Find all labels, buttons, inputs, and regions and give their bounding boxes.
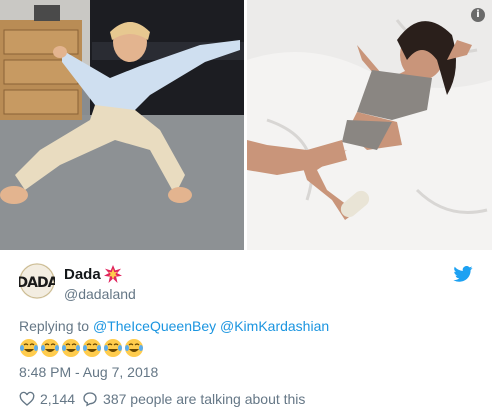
twitter-bird-icon[interactable] <box>453 266 473 282</box>
collision-icon <box>103 265 122 283</box>
like-count[interactable]: 2,144 <box>40 391 75 407</box>
heart-icon[interactable] <box>19 391 35 407</box>
face-with-tears-of-joy-icon <box>62 339 80 357</box>
divider <box>19 383 473 384</box>
avatar[interactable]: DADA <box>19 263 55 299</box>
reply-prefix: Replying to <box>19 318 90 334</box>
photo-woman-on-bed[interactable] <box>247 0 492 250</box>
reply-bubble-icon[interactable] <box>82 391 98 407</box>
tweet-actions: 2,144 387 people are talking about this <box>19 391 305 407</box>
avatar-lettering: DADA <box>19 275 55 291</box>
face-with-tears-of-joy-icon <box>20 339 38 357</box>
author-display-name[interactable]: Dada <box>64 266 101 283</box>
photo-woman-on-carpet[interactable] <box>0 0 244 250</box>
info-icon[interactable]: i <box>471 8 485 22</box>
face-with-tears-of-joy-icon <box>83 339 101 357</box>
mention-link-theicequeenbey[interactable]: @TheIceQueenBey <box>93 318 216 334</box>
tweet-timestamp[interactable]: 8:48 PM - Aug 7, 2018 <box>19 364 158 380</box>
face-with-tears-of-joy-icon <box>125 339 143 357</box>
emoji-row <box>19 338 144 358</box>
embedded-tweet: i DADA Dada @dadaland Replying to @TheIc… <box>0 0 492 415</box>
face-with-tears-of-joy-icon <box>104 339 122 357</box>
tweet-media[interactable]: i <box>0 0 492 250</box>
talking-count[interactable]: 387 people are talking about this <box>103 391 305 407</box>
face-with-tears-of-joy-icon <box>41 339 59 357</box>
reply-context: Replying to @TheIceQueenBey @KimKardashi… <box>19 318 329 334</box>
mention-link-kimkardashian[interactable]: @KimKardashian <box>220 318 329 334</box>
author-handle[interactable]: @dadaland <box>64 286 136 302</box>
author-name-row[interactable]: Dada <box>64 265 122 283</box>
